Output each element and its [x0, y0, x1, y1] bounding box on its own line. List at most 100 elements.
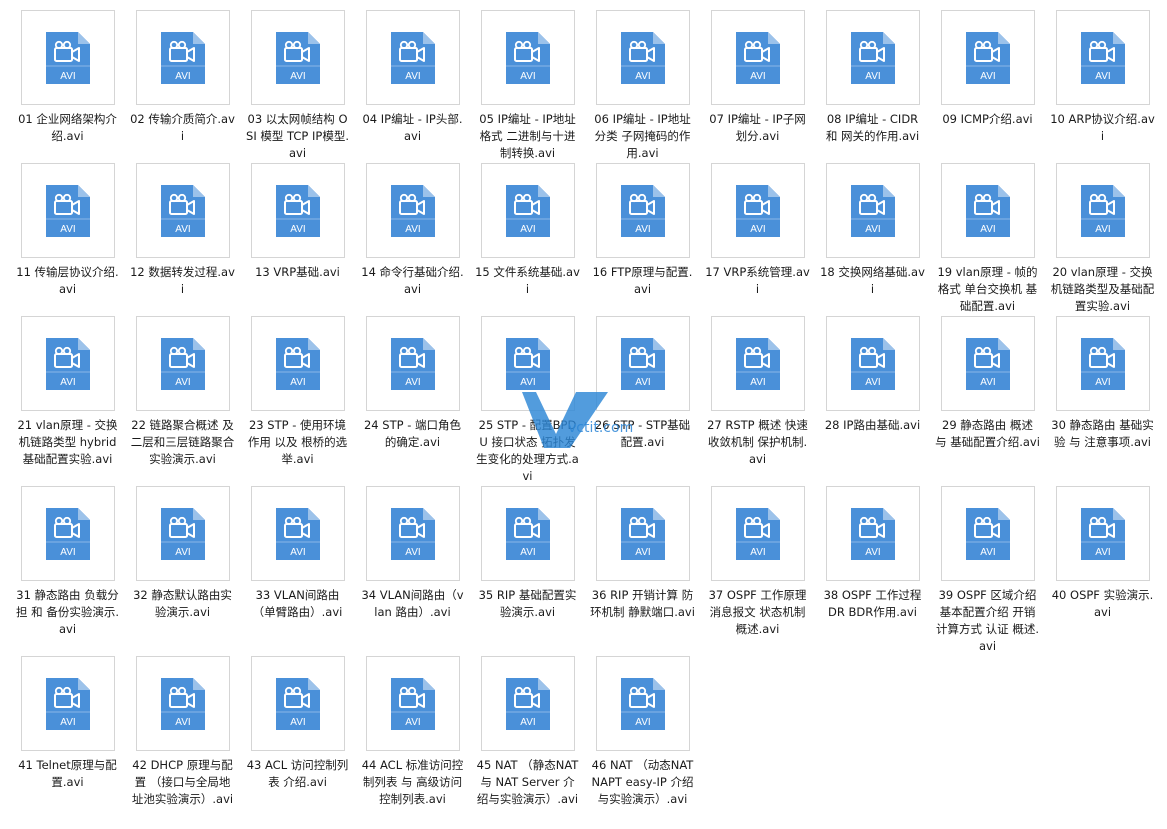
file-item[interactable]: AVI 41 Telnet原理与配置.avi — [10, 656, 125, 826]
file-item[interactable]: AVI 10 ARP协议介绍.avi — [1045, 10, 1160, 163]
file-item[interactable]: AVI 27 RSTP 概述 快速收敛机制 保护机制.avi — [700, 316, 815, 486]
file-item[interactable]: AVI 28 IP路由基础.avi — [815, 316, 930, 486]
file-thumbnail[interactable]: AVI — [595, 656, 690, 751]
file-thumbnail[interactable]: AVI — [1055, 163, 1150, 258]
file-item[interactable]: AVI 38 OSPF 工作过程 DR BDR作用.avi — [815, 486, 930, 656]
file-thumbnail[interactable]: AVI — [480, 10, 575, 105]
file-item[interactable]: AVI 13 VRP基础.avi — [240, 163, 355, 316]
file-item[interactable]: AVI 12 数据转发过程.avi — [125, 163, 240, 316]
file-thumbnail[interactable]: AVI — [20, 486, 115, 581]
file-name-label: 35 RIP 基础配置实验演示.avi — [478, 588, 577, 619]
file-item[interactable]: AVI 31 静态路由 负载分担 和 备份实验演示.avi — [10, 486, 125, 656]
file-thumbnail[interactable]: AVI — [20, 163, 115, 258]
file-item[interactable]: AVI 02 传输介质简介.avi — [125, 10, 240, 163]
file-item[interactable]: AVI 09 ICMP介绍.avi — [930, 10, 1045, 163]
file-thumbnail[interactable]: AVI — [250, 486, 345, 581]
file-thumbnail[interactable]: AVI — [250, 656, 345, 751]
file-item[interactable]: AVI 36 RIP 开销计算 防环机制 静默端口.avi — [585, 486, 700, 656]
file-thumbnail[interactable]: AVI — [365, 163, 460, 258]
file-item[interactable]: AVI 26 STP - STP基础配置.avi — [585, 316, 700, 486]
file-item[interactable]: AVI 39 OSPF 区域介绍 基本配置介绍 开销计算方式 认证 概述.avi — [930, 486, 1045, 656]
file-item[interactable]: AVI 25 STP - 配置BPDU 接口状态 拓扑发生变化的处理方式.avi — [470, 316, 585, 486]
file-type-label: AVI — [750, 547, 765, 558]
file-item[interactable]: AVI 30 静态路由 基础实验 与 注意事项.avi — [1045, 316, 1160, 486]
file-thumbnail[interactable]: AVI — [1055, 316, 1150, 411]
file-item[interactable]: AVI 23 STP - 使用环境 作用 以及 根桥的选举.avi — [240, 316, 355, 486]
file-thumbnail[interactable]: AVI — [135, 656, 230, 751]
file-thumbnail[interactable]: AVI — [710, 316, 805, 411]
file-item[interactable]: AVI 15 文件系统基础.avi — [470, 163, 585, 316]
file-thumbnail[interactable]: AVI — [135, 316, 230, 411]
file-item[interactable]: AVI 07 IP编址 - IP子网划分.avi — [700, 10, 815, 163]
file-thumbnail[interactable]: AVI — [365, 10, 460, 105]
file-item[interactable]: AVI 46 NAT （动态NAT NAPT easy-IP 介绍与实验演示）.a… — [585, 656, 700, 826]
file-thumbnail[interactable]: AVI — [480, 486, 575, 581]
file-thumbnail[interactable]: AVI — [20, 10, 115, 105]
file-thumbnail[interactable]: AVI — [595, 316, 690, 411]
file-item[interactable]: AVI 35 RIP 基础配置实验演示.avi — [470, 486, 585, 656]
file-thumbnail[interactable]: AVI — [710, 486, 805, 581]
file-thumbnail[interactable]: AVI — [710, 10, 805, 105]
file-item[interactable]: AVI 04 IP编址 - IP头部.avi — [355, 10, 470, 163]
file-item[interactable]: AVI 32 静态默认路由实验演示.avi — [125, 486, 240, 656]
file-item[interactable]: AVI 45 NAT （静态NAT 与 NAT Server 介绍与实验演示）.a… — [470, 656, 585, 826]
file-thumbnail[interactable]: AVI — [595, 163, 690, 258]
file-item[interactable]: AVI 21 vlan原理 - 交换机链路类型 hybrid 基础配置实验.avi — [10, 316, 125, 486]
file-name-label: 14 命令行基础介绍.avi — [361, 265, 464, 296]
file-thumbnail[interactable]: AVI — [365, 656, 460, 751]
file-thumbnail[interactable]: AVI — [20, 656, 115, 751]
file-thumbnail[interactable]: AVI — [365, 486, 460, 581]
file-thumbnail[interactable]: AVI — [1055, 486, 1150, 581]
file-item[interactable]: AVI 11 传输层协议介绍.avi — [10, 163, 125, 316]
file-type-label: AVI — [865, 377, 880, 388]
file-item[interactable]: AVI 24 STP - 端口角色的确定.avi — [355, 316, 470, 486]
file-thumbnail[interactable]: AVI — [480, 656, 575, 751]
file-item[interactable]: AVI 33 VLAN间路由（单臂路由）.avi — [240, 486, 355, 656]
file-item[interactable]: AVI 42 DHCP 原理与配置 （接口与全局地址池实验演示）.avi — [125, 656, 240, 826]
file-thumbnail[interactable]: AVI — [940, 486, 1035, 581]
file-item[interactable]: AVI 03 以太网帧结构 OSI 模型 TCP IP模型.avi — [240, 10, 355, 163]
file-thumbnail[interactable]: AVI — [595, 10, 690, 105]
file-thumbnail[interactable]: AVI — [135, 163, 230, 258]
file-item[interactable]: AVI 40 OSPF 实验演示.avi — [1045, 486, 1160, 656]
file-item[interactable]: AVI 05 IP编址 - IP地址格式 二进制与十进制转换.avi — [470, 10, 585, 163]
file-thumbnail[interactable]: AVI — [1055, 10, 1150, 105]
file-item[interactable]: AVI 19 vlan原理 - 帧的格式 单台交换机 基础配置.avi — [930, 163, 1045, 316]
file-thumbnail[interactable]: AVI — [940, 163, 1035, 258]
file-thumbnail[interactable]: AVI — [135, 486, 230, 581]
file-thumbnail[interactable]: AVI — [710, 163, 805, 258]
file-thumbnail[interactable]: AVI — [480, 316, 575, 411]
file-thumbnail[interactable]: AVI — [825, 316, 920, 411]
file-item[interactable]: AVI 18 交换网络基础.avi — [815, 163, 930, 316]
file-thumbnail[interactable]: AVI — [20, 316, 115, 411]
file-item[interactable]: AVI 16 FTP原理与配置.avi — [585, 163, 700, 316]
file-thumbnail[interactable]: AVI — [940, 10, 1035, 105]
file-thumbnail[interactable]: AVI — [480, 163, 575, 258]
file-item[interactable]: AVI 22 链路聚合概述 及 二层和三层链路聚合实验演示.avi — [125, 316, 240, 486]
file-item[interactable]: AVI 34 VLAN间路由（vlan 路由）.avi — [355, 486, 470, 656]
file-thumbnail[interactable]: AVI — [250, 316, 345, 411]
file-thumbnail[interactable]: AVI — [940, 316, 1035, 411]
avi-video-file-icon: AVI — [275, 184, 320, 237]
file-thumbnail[interactable]: AVI — [250, 163, 345, 258]
file-thumbnail[interactable]: AVI — [365, 316, 460, 411]
file-thumbnail[interactable]: AVI — [825, 486, 920, 581]
file-item[interactable]: AVI 14 命令行基础介绍.avi — [355, 163, 470, 316]
file-thumbnail[interactable]: AVI — [250, 10, 345, 105]
file-thumbnail[interactable]: AVI — [595, 486, 690, 581]
file-type-label: AVI — [520, 71, 535, 82]
file-item[interactable]: AVI 20 vlan原理 - 交换机链路类型及基础配置实验.avi — [1045, 163, 1160, 316]
file-item[interactable]: AVI 37 OSPF 工作原理 消息报文 状态机制 概述.avi — [700, 486, 815, 656]
file-type-label: AVI — [1095, 71, 1110, 82]
file-item[interactable]: AVI 08 IP编址 - CIDR 和 网关的作用.avi — [815, 10, 930, 163]
file-thumbnail[interactable]: AVI — [825, 163, 920, 258]
file-item[interactable]: AVI 17 VRP系统管理.avi — [700, 163, 815, 316]
file-item[interactable]: AVI 44 ACL 标准访问控制列表 与 高级访问控制列表.avi — [355, 656, 470, 826]
file-thumbnail[interactable]: AVI — [135, 10, 230, 105]
file-item[interactable]: AVI 29 静态路由 概述 与 基础配置介绍.avi — [930, 316, 1045, 486]
avi-video-file-icon: AVI — [275, 337, 320, 390]
file-item[interactable]: AVI 06 IP编址 - IP地址分类 子网掩码的作用.avi — [585, 10, 700, 163]
file-thumbnail[interactable]: AVI — [825, 10, 920, 105]
file-item[interactable]: AVI 43 ACL 访问控制列表 介绍.avi — [240, 656, 355, 826]
file-item[interactable]: AVI 01 企业网络架构介绍.avi — [10, 10, 125, 163]
